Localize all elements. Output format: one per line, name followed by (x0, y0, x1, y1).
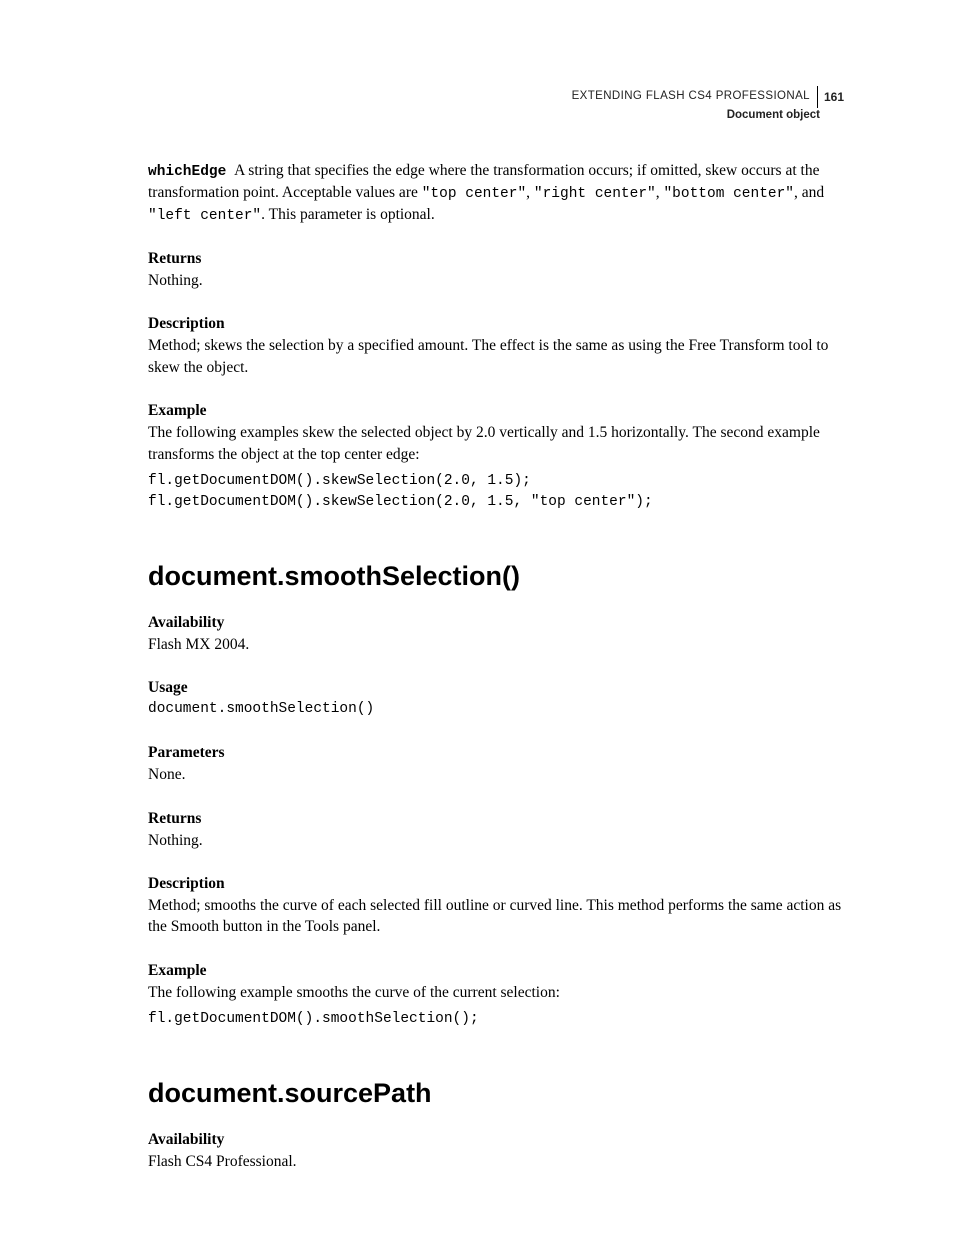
header-divider (817, 86, 818, 108)
smooth-usage-heading: Usage (148, 679, 844, 697)
running-header: EXTENDING FLASH CS4 PROFESSIONAL 161 Doc… (572, 86, 844, 124)
param-val-bottom: "bottom center" (663, 186, 794, 202)
skew-description-heading: Description (148, 315, 844, 333)
header-book-title: EXTENDING FLASH CS4 PROFESSIONAL (572, 89, 810, 105)
smooth-description-heading: Description (148, 875, 844, 893)
skew-returns-body: Nothing. (148, 270, 844, 291)
method-heading-sourcepath: document.sourcePath (148, 1078, 844, 1109)
smooth-parameters-body: None. (148, 764, 844, 785)
smooth-returns-heading: Returns (148, 810, 844, 828)
sourcepath-availability-body: Flash CS4 Professional. (148, 1151, 844, 1172)
skew-returns-heading: Returns (148, 250, 844, 268)
param-name: whichEdge (148, 164, 226, 180)
smooth-example-body: The following example smooths the curve … (148, 982, 844, 1003)
smooth-example-code: fl.getDocumentDOM().smoothSelection(); (148, 1009, 844, 1030)
skew-example-code: fl.getDocumentDOM().skewSelection(2.0, 1… (148, 471, 844, 513)
smooth-example-heading: Example (148, 962, 844, 980)
page: EXTENDING FLASH CS4 PROFESSIONAL 161 Doc… (0, 0, 954, 1235)
param-whichedge: whichEdge A string that specifies the ed… (148, 160, 844, 226)
smooth-parameters-heading: Parameters (148, 744, 844, 762)
smooth-availability-heading: Availability (148, 614, 844, 632)
skew-example-heading: Example (148, 402, 844, 420)
param-val-right: "right center" (534, 186, 656, 202)
header-section: Document object (572, 108, 844, 124)
smooth-availability-body: Flash MX 2004. (148, 634, 844, 655)
param-val-left: "left center" (148, 208, 261, 224)
header-page-number: 161 (824, 89, 844, 105)
smooth-description-body: Method; smooths the curve of each select… (148, 895, 844, 938)
smooth-usage-code: document.smoothSelection() (148, 699, 844, 720)
skew-description-body: Method; skews the selection by a specifi… (148, 335, 844, 378)
content: whichEdge A string that specifies the ed… (148, 160, 844, 1173)
param-val-top: "top center" (422, 186, 526, 202)
smooth-returns-body: Nothing. (148, 830, 844, 851)
method-heading-smoothselection: document.smoothSelection() (148, 561, 844, 592)
skew-example-body: The following examples skew the selected… (148, 422, 844, 465)
sourcepath-availability-heading: Availability (148, 1131, 844, 1149)
param-text-2: . This parameter is optional. (261, 206, 435, 223)
